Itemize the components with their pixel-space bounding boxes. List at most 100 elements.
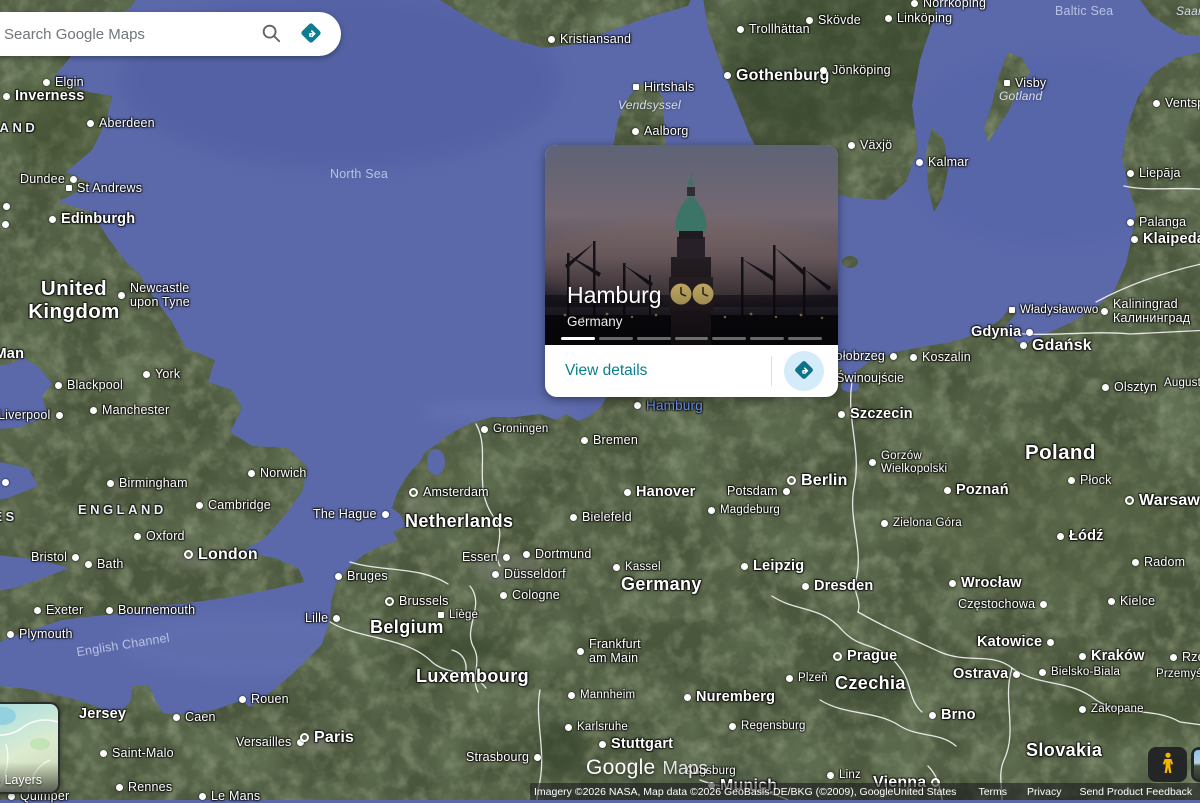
map-label-gothenburg[interactable]: Gothenburg [724,67,830,85]
map-label-blackpool[interactable]: Blackpool [55,378,123,392]
map-label-the-hague[interactable]: The Hague [313,507,389,521]
map-label-stuttgart[interactable]: Stuttgart [599,736,673,752]
map-label-regensburg[interactable]: Regensburg [729,720,806,733]
map-label-dresden[interactable]: Dresden [802,578,873,594]
map-label-rouen[interactable]: Rouen [239,692,289,706]
map-label-bath[interactable]: Bath [85,557,124,571]
map-label-plymouth[interactable]: Plymouth [7,627,73,641]
map-label-li-ge[interactable]: Liège [438,609,478,622]
map-label-gorz-w-wielkopolski[interactable]: GorzówWielkopolski [869,450,947,476]
map-label-aalborg[interactable]: Aalborg [632,124,689,138]
map-label-linz[interactable]: Linz [827,769,861,782]
map-label-koszalin[interactable]: Koszalin [910,350,971,364]
map-label-radom[interactable]: Radom [1132,555,1185,569]
map-label-dortmund[interactable]: Dortmund [523,547,591,561]
map-label-wroc-aw[interactable]: Wrocław [949,575,1022,591]
map-label-kalmar[interactable]: Kalmar [916,155,969,169]
map-label-le-mans[interactable]: Le Mans [199,789,260,803]
privacy-link[interactable]: Privacy [1027,786,1061,798]
directions-button[interactable] [291,14,331,54]
pegman-control[interactable] [1148,747,1187,782]
map-label-karlsruhe[interactable]: Karlsruhe [565,721,628,734]
map-label-klaipeda[interactable]: Klaipeda [1131,231,1200,247]
map-label-nuremberg[interactable]: Nuremberg [684,689,775,705]
map-label-norwich[interactable]: Norwich [248,466,307,480]
map-label-d[interactable]: Łódź [1057,528,1104,544]
map-label-szczecin[interactable]: Szczecin [838,406,913,422]
map-label-w-adys-awowo[interactable]: Władysławowo [1009,304,1098,317]
map-label-gda-sk[interactable]: Gdańsk [1020,337,1092,355]
map-label-winouj-cie[interactable]: Świnoujście [836,371,904,385]
map-label-warsaw[interactable]: Warsaw [1125,492,1200,510]
map-label-kristiansand[interactable]: Kristiansand [548,32,631,46]
map-label-versailles[interactable]: Versailles [236,735,304,749]
view-details-link[interactable]: View details [565,362,647,380]
map-label-ostrava[interactable]: Ostrava [953,666,1020,682]
map-label-katowice[interactable]: Katowice [977,634,1054,650]
map-label-rzesz-w[interactable]: Rzeszów [1170,650,1200,664]
map-label-stirling[interactable]: Stirling [0,199,10,213]
map-label-pozna[interactable]: Poznań [944,482,1009,498]
map-label-strasbourg[interactable]: Strasbourg [466,750,541,764]
map-label-ventspils[interactable]: Ventspils [1153,96,1200,110]
map-label-cambridge[interactable]: Cambridge [196,498,271,512]
card-directions-button[interactable] [784,351,824,391]
map-label-olsztyn[interactable]: Olsztyn [1102,380,1157,394]
map-label-p-ock[interactable]: Płock [1068,473,1112,487]
map-label-cologne[interactable]: Cologne [500,588,560,602]
map-label-bielsko-biala[interactable]: Bielsko-Biala [1039,666,1120,679]
map-label-kielce[interactable]: Kielce [1108,594,1155,608]
map-label-link-ping[interactable]: Linköping [885,11,952,25]
map-label-york[interactable]: York [143,367,180,381]
map-label-cz-stochowa[interactable]: Częstochowa [958,597,1047,611]
map-label-august-w[interactable]: Augustów [1164,377,1200,390]
map-label-inverness[interactable]: Inverness [3,88,85,104]
map-label-hamburg[interactable]: Hamburg [634,398,703,413]
map-label-bournemouth[interactable]: Bournemouth [106,603,195,617]
map-label-kaliningrad[interactable]: KaliningradКалининград [1101,297,1190,325]
map-label-zakopane[interactable]: Zakopane [1079,703,1144,716]
map-label-liep-ja[interactable]: Liepāja [1127,166,1181,180]
search-button[interactable] [251,14,291,54]
map-label-paris[interactable]: Paris [300,729,354,747]
map-label-caen[interactable]: Caen [173,710,216,724]
search-bar[interactable] [0,12,341,56]
map-label-magdeburg[interactable]: Magdeburg [708,504,780,517]
map-label-manchester[interactable]: Manchester [90,403,169,417]
map-label-sk-vde[interactable]: Skövde [806,13,861,27]
map-label-dot[interactable] [2,479,14,486]
map-label-brno[interactable]: Brno [929,707,976,723]
map-label-mannheim[interactable]: Mannheim [568,689,635,702]
place-photo[interactable]: Hamburg Germany [545,145,838,345]
imagery-toggle-control[interactable] [1191,747,1200,782]
map-label-st-andrews[interactable]: St Andrews [66,181,142,195]
map-label-elgin[interactable]: Elgin [43,75,84,89]
layers-control[interactable]: ◈ Layers [0,702,60,794]
map-label-prague[interactable]: Prague [833,648,897,664]
map-label-przemy-l[interactable]: Przemyśl [1156,668,1200,681]
map-label-birmingham[interactable]: Birmingham [107,476,188,490]
map-label-bremen[interactable]: Bremen [581,433,638,447]
map-label-zielona-g-ra[interactable]: Zielona Góra [881,517,962,530]
map-label-lille[interactable]: Lille [305,611,340,625]
map-label-essen[interactable]: Essen [462,550,510,564]
map-label-berlin[interactable]: Berlin [787,472,848,490]
map-label-oxford[interactable]: Oxford [134,529,185,543]
map-label-exeter[interactable]: Exeter [34,603,83,617]
map-label-saint-malo[interactable]: Saint-Malo [100,746,174,760]
map-label-groningen[interactable]: Groningen [481,423,549,436]
map-label-palanga[interactable]: Palanga [1127,215,1186,229]
map-label-rennes[interactable]: Rennes [116,780,172,794]
map-label-edinburgh[interactable]: Edinburgh [49,211,135,227]
terms-link[interactable]: Terms [978,786,1007,798]
feedback-link[interactable]: Send Product Feedback [1079,786,1192,798]
map-label-plze[interactable]: Plzeň [786,672,828,685]
map-label-leipzig[interactable]: Leipzig [741,558,804,574]
map-label-amsterdam[interactable]: Amsterdam [409,485,489,499]
map-label-trollh-ttan[interactable]: Trollhättan [737,22,810,36]
map-label-hirtshals[interactable]: Hirtshals [633,80,694,94]
map-label-liverpool[interactable]: Liverpool [0,408,63,422]
map-label-dot[interactable] [2,221,14,228]
map-label-frankfurt-am-main[interactable]: Frankfurtam Main [577,637,641,665]
map-label-brussels[interactable]: Brussels [385,594,449,608]
